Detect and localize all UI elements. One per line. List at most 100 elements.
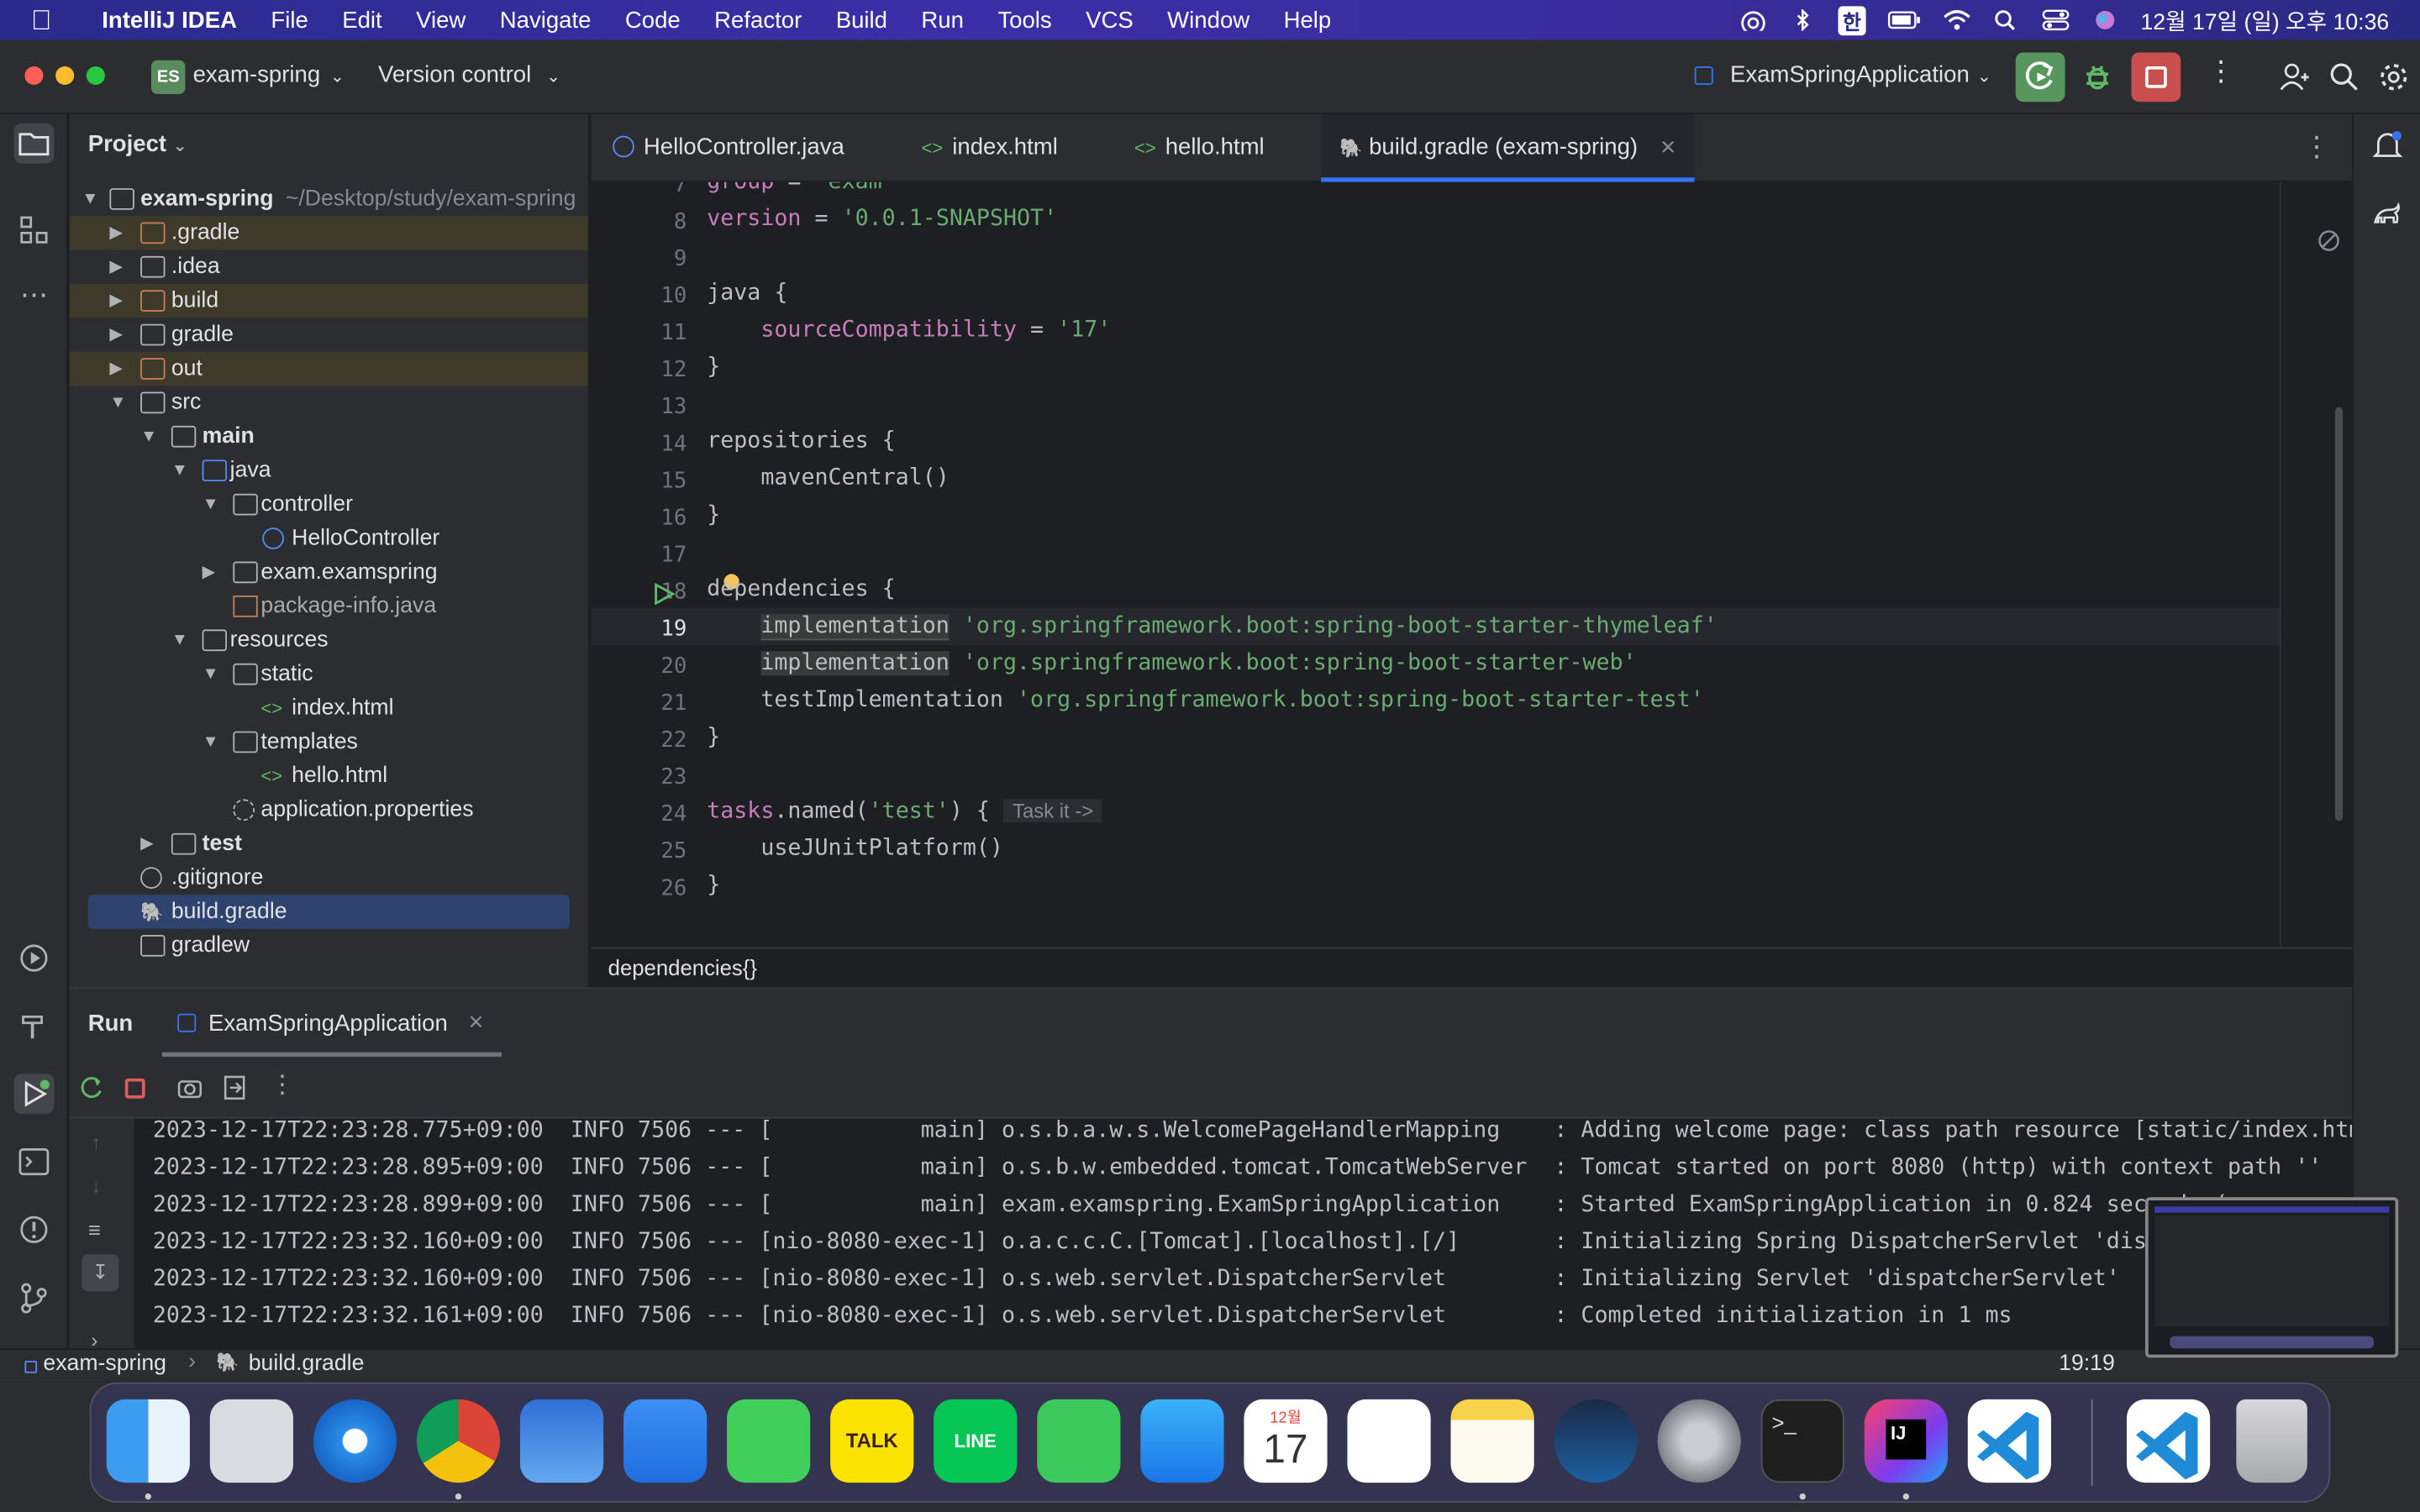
menu-tools[interactable]: Tools [981,7,1069,33]
services-tool-button[interactable] [14,938,55,979]
tree-item-resources[interactable]: ▼ resources [70,623,588,657]
git-tool-button[interactable] [14,1278,55,1318]
status-crumb-file[interactable]: build.gradle [249,1352,365,1376]
menu-file[interactable]: File [254,7,325,33]
wifi-icon[interactable] [1943,9,1970,31]
project-badge[interactable]: ES [150,60,186,95]
tree-item-build[interactable]: ▶ build [69,283,588,318]
tree-item-java[interactable]: ▼ java [70,454,588,487]
zoom-window-button[interactable] [86,66,105,86]
problems-tool-button[interactable] [14,1210,55,1250]
dock-facetime-icon[interactable] [1037,1399,1121,1483]
dock-weather-icon[interactable] [519,1399,604,1483]
dock-kakaotalk-icon[interactable]: TALK [830,1399,914,1483]
menu-run[interactable]: Run [904,7,981,33]
dock-chrome-icon[interactable] [416,1399,501,1483]
console-output[interactable]: 2023-12-17T22:23:28.775+09:00 INFO 7506 … [70,1119,2352,1352]
tree-item-index-html[interactable]: <> index.html [70,691,588,725]
add-user-icon[interactable] [2280,61,2311,92]
breadcrumb-item[interactable]: dependencies{} [608,955,757,979]
dock-mail-icon[interactable] [623,1399,708,1483]
tree-item-static[interactable]: ▼ static [70,657,588,690]
dock-notes-icon[interactable] [1450,1399,1534,1483]
search-icon[interactable] [2329,61,2360,92]
tab-options-icon[interactable]: ⋮ [2302,131,2330,164]
chevron-down-icon[interactable]: ▼ [203,657,224,690]
run-tab-examspringapplication[interactable]: ExamSpringApplication ✕ [161,989,502,1058]
tree-item-gradle[interactable]: ▶ gradle [70,318,588,351]
chevron-right-icon[interactable]: ▶ [109,250,131,284]
debug-button[interactable] [2073,52,2123,102]
chevron-down-icon[interactable]: ▼ [171,623,193,657]
control-center-icon[interactable] [2042,9,2070,31]
siri-icon[interactable] [2091,9,2119,31]
dock-steam-icon[interactable] [1554,1399,1638,1483]
menu-code[interactable]: Code [608,7,697,33]
chevron-right-icon[interactable]: ▶ [140,827,162,860]
chevron-right-icon[interactable]: ▶ [109,284,131,318]
editor-breadcrumb[interactable]: dependencies{} [591,947,2353,988]
close-window-button[interactable] [24,66,44,86]
tree-item-templates[interactable]: ▼ templates [70,725,588,759]
dock-messages-icon[interactable] [727,1399,811,1483]
dock-finder-icon[interactable] [106,1399,190,1483]
build-tool-button[interactable] [14,1006,55,1047]
stop-button[interactable] [2131,52,2181,102]
bluetooth-icon[interactable] [1789,9,1817,31]
chevron-down-icon[interactable]: ▼ [109,386,131,419]
dock-line-icon[interactable]: LINE [934,1399,1018,1483]
project-switcher[interactable]: exam-spring [193,61,321,87]
stop-icon[interactable] [124,1078,145,1099]
menu-refactor[interactable]: Refactor [697,7,819,33]
tree-item-controller[interactable]: ▼ controller [70,487,588,521]
tree-item-hellocontroller[interactable]: HelloController [70,522,588,555]
tab-hellocontroller[interactable]: HelloController.java [613,114,844,182]
dock-appstore-icon[interactable] [1140,1399,1224,1483]
menu-edit[interactable]: Edit [325,7,399,33]
reader-mode-icon[interactable] [2317,228,2341,253]
tree-item-application-properties[interactable]: application.properties [70,793,588,827]
input-source-indicator[interactable]: 한 [1838,5,1866,35]
chevron-down-icon[interactable]: ▼ [203,487,224,521]
dock-intellij-icon[interactable]: IJ [1864,1399,1948,1483]
tree-item-gradle-dir[interactable]: ▶ .gradle [69,216,588,250]
chevron-right-icon[interactable]: ▶ [109,352,131,386]
chevron-down-icon[interactable]: ▼ [203,725,224,759]
menu-help[interactable]: Help [1266,7,1348,33]
settings-gear-icon[interactable] [2378,61,2409,92]
battery-icon[interactable] [1887,9,1921,31]
tree-item-hello-html[interactable]: <> hello.html [70,759,588,793]
dock-calendar-icon[interactable]: 12월 17 [1244,1399,1328,1483]
close-tab-icon[interactable]: ✕ [468,1011,485,1035]
tree-item-test[interactable]: ▶ test [70,827,588,860]
dock-vscode-icon[interactable] [1967,1399,2051,1483]
dock-launchpad-icon[interactable] [209,1399,293,1483]
chevron-down-icon[interactable]: ▼ [171,454,193,487]
chevron-down-icon[interactable]: ▼ [82,182,103,216]
tab-hello-html[interactable]: <> hello.html [1134,114,1265,182]
chevron-right-icon[interactable]: ▶ [109,318,131,351]
rerun-button[interactable] [2015,52,2065,102]
run-tool-button[interactable] [13,1074,55,1115]
camera-icon[interactable] [176,1074,203,1101]
structure-tool-button[interactable] [14,210,55,250]
close-tab-icon[interactable]: ✕ [1660,136,1676,160]
tab-build-gradle[interactable]: 🐘 build.gradle (exam-spring) ✕ [1321,113,1696,182]
screenshot-thumbnail-preview[interactable] [2145,1197,2399,1358]
dock-trash-icon[interactable] [2236,1399,2307,1483]
minimize-window-button[interactable] [55,66,75,86]
dock-safari-icon[interactable] [313,1399,397,1483]
code-editor[interactable]: 7 group = 'exam' 8 version = '0.0.1-SNAP… [591,181,2353,948]
gradle-elephant-icon[interactable] [2369,194,2406,231]
tab-index-html[interactable]: <> index.html [922,114,1058,182]
tree-item-out[interactable]: ▶ out [69,351,588,386]
menu-build[interactable]: Build [819,7,905,33]
tree-item-idea[interactable]: ▶ .idea [70,250,588,284]
dock-reminders-icon[interactable] [1347,1399,1431,1483]
apple-menu-icon[interactable]:  [31,4,68,37]
version-control-widget[interactable]: Version control [378,61,531,87]
terminal-tool-button[interactable] [14,1142,55,1182]
tree-item-src[interactable]: ▼ src [70,386,588,419]
chevron-down-icon[interactable]: ▼ [140,420,162,454]
exit-icon[interactable] [221,1074,249,1101]
